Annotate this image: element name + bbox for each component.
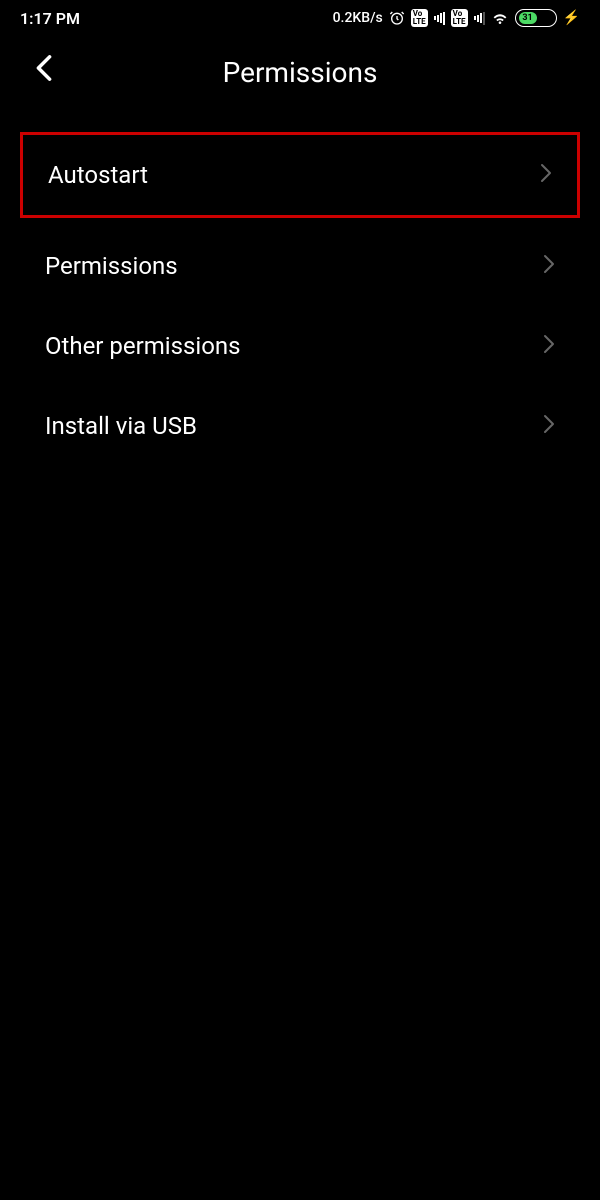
menu-label: Other permissions [45,332,241,360]
signal-bars-2 [474,11,485,25]
menu-item-permissions[interactable]: Permissions [0,226,600,306]
menu-label: Install via USB [45,412,197,440]
menu-list: Autostart Permissions Other permissions … [0,114,600,476]
signal-bars-1 [434,11,445,25]
wifi-icon [491,9,509,27]
volte-icon-1: VoLTE [411,9,428,27]
menu-item-install-via-usb[interactable]: Install via USB [0,386,600,466]
status-time: 1:17 PM [20,9,80,28]
battery-icon: 31 [515,9,557,27]
chevron-right-icon [543,414,555,438]
status-bar: 1:17 PM 0.2KB/s VoLTE VoLTE 31 ⚡ [0,0,600,36]
menu-label: Autostart [48,161,148,189]
chevron-right-icon [543,254,555,278]
alarm-icon [389,10,405,26]
chevron-right-icon [540,163,552,187]
page-title: Permissions [25,56,575,89]
status-icons: 0.2KB/s VoLTE VoLTE 31 ⚡ [333,9,580,27]
chevron-right-icon [543,334,555,358]
data-speed: 0.2KB/s [333,10,383,26]
menu-item-autostart[interactable]: Autostart [20,132,580,218]
charging-icon: ⚡ [563,10,580,26]
volte-icon-2: VoLTE [451,9,468,27]
menu-item-other-permissions[interactable]: Other permissions [0,306,600,386]
battery-percent: 31 [519,12,537,24]
menu-label: Permissions [45,252,178,280]
header: Permissions [0,36,600,114]
back-button[interactable] [35,54,53,86]
